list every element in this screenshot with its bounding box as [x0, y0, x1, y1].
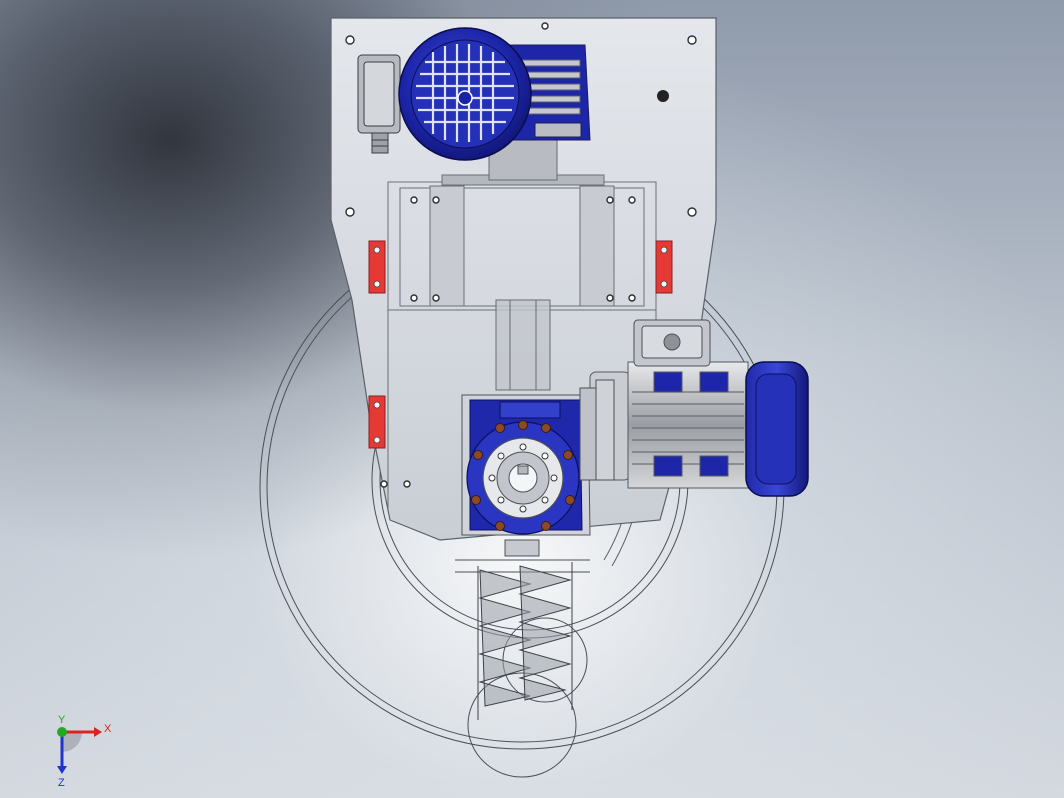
y-axis-dot [57, 727, 67, 737]
top-motor-fan-cover [398, 27, 532, 161]
worm-gearbox [461, 394, 591, 557]
z-axis-label: Z [58, 777, 65, 789]
side-motor-terminal-box [633, 319, 711, 367]
sensor-hole [657, 90, 669, 102]
x-axis-label: X [104, 723, 112, 735]
cad-model[interactable] [0, 0, 1064, 798]
orientation-triad: X Y Z [57, 714, 112, 789]
graphics-viewport[interactable]: X Y Z [0, 0, 1064, 798]
screw-auger [477, 562, 573, 720]
y-axis-label: Y [58, 714, 66, 726]
side-motor-end-cap [745, 361, 809, 497]
coupling-flange [579, 379, 615, 481]
